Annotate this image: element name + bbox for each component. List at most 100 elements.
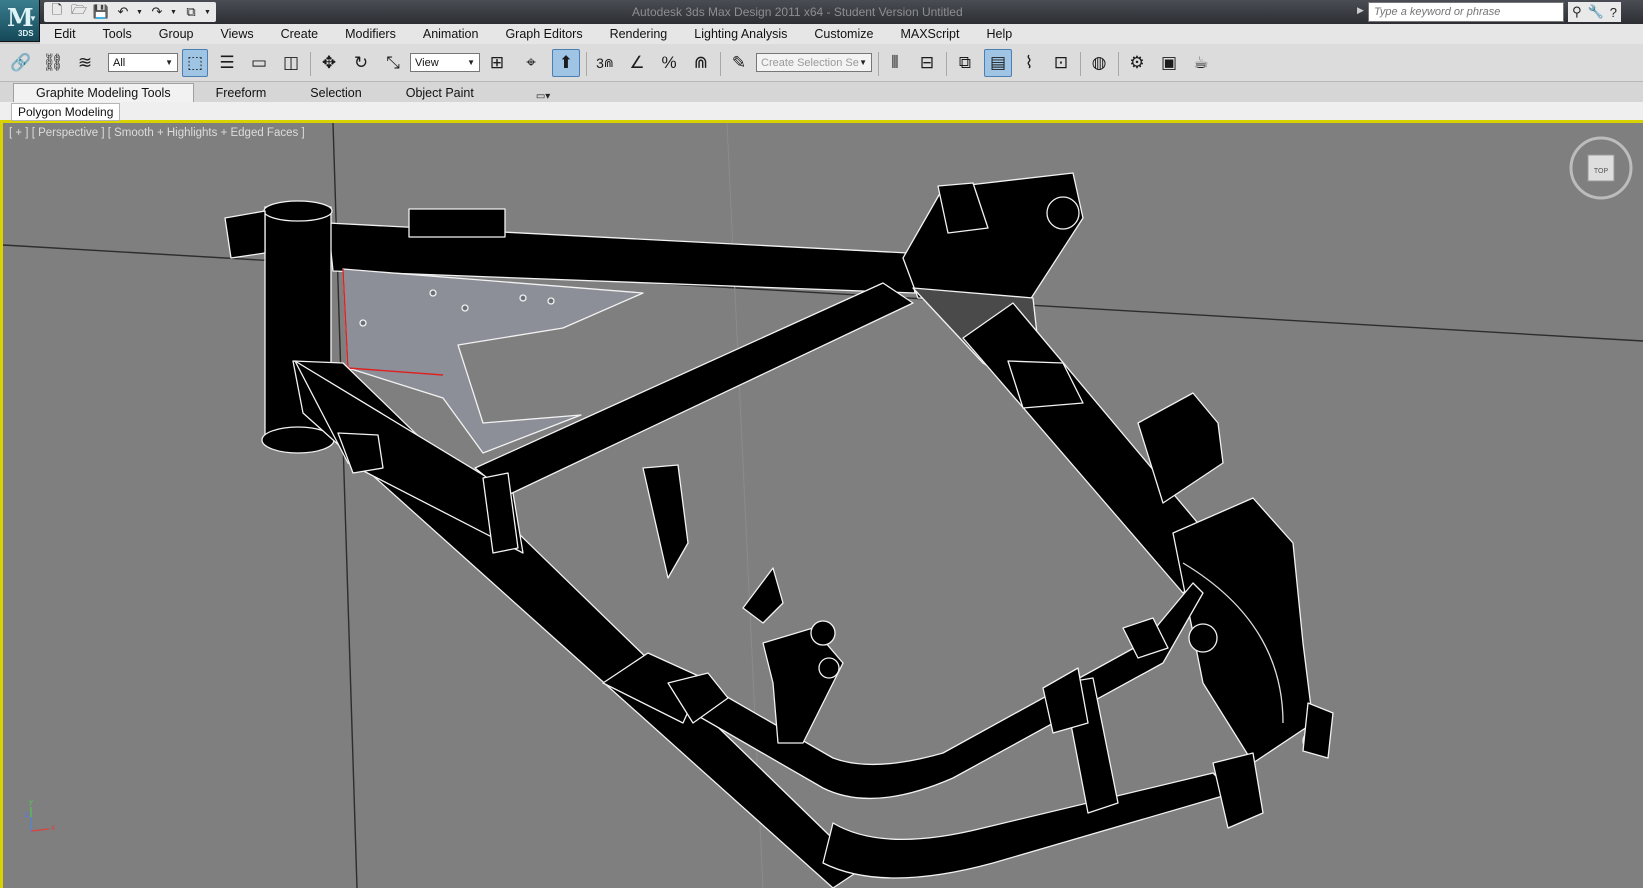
- selection-filter-value: All: [113, 56, 126, 69]
- redo-icon[interactable]: ↷: [148, 4, 166, 20]
- render-setup-icon[interactable]: ⚙: [1124, 49, 1150, 77]
- menu-maxscript[interactable]: MAXScript: [886, 27, 972, 41]
- curve-editor-icon[interactable]: ⌇: [1016, 49, 1042, 77]
- perspective-viewport[interactable]: [ + ] [ Perspective ] [ Smooth + Highlig…: [0, 123, 1643, 888]
- app-logo-text: 3DS: [18, 29, 34, 38]
- undo-icon[interactable]: ↶: [114, 4, 132, 20]
- graphite-ribbon: Graphite Modeling Tools Freeform Selecti…: [0, 82, 1643, 102]
- menu-views[interactable]: Views: [206, 27, 266, 41]
- toolbar-separator: [310, 52, 311, 76]
- menu-help[interactable]: Help: [972, 27, 1025, 41]
- viewcube-face-label: TOP: [1594, 168, 1609, 175]
- percent-snap-icon[interactable]: %: [656, 49, 682, 77]
- reference-coordinate-value: View: [415, 56, 439, 69]
- menu-bar: Edit Tools Group Views Create Modifiers …: [40, 24, 1643, 44]
- motorcycle-frame-model[interactable]: [224, 172, 1334, 888]
- redo-dropdown-icon[interactable]: ▼: [170, 9, 178, 16]
- select-object-icon[interactable]: ⬚: [182, 49, 208, 77]
- menu-group[interactable]: Group: [145, 27, 207, 41]
- search-expand-icon[interactable]: ▶: [1357, 5, 1364, 16]
- align-icon[interactable]: ⊟: [914, 49, 940, 77]
- angle-snap-icon[interactable]: ∠: [624, 49, 650, 77]
- search-input[interactable]: [1369, 3, 1563, 21]
- undo-dropdown-icon[interactable]: ▼: [136, 9, 144, 16]
- select-and-link-icon[interactable]: 🔗: [8, 49, 34, 77]
- panel-polygon-modeling[interactable]: Polygon Modeling: [11, 103, 121, 121]
- tab-selection[interactable]: Selection: [288, 83, 383, 102]
- x-axis-label: x: [51, 823, 55, 832]
- help-icon[interactable]: ?: [1610, 5, 1617, 20]
- select-and-manipulate-icon[interactable]: ⌖: [518, 49, 544, 77]
- viewport-label[interactable]: [ + ] [ Perspective ] [ Smooth + Highlig…: [9, 127, 305, 139]
- application-button[interactable]: M ▼ 3DS: [0, 0, 40, 42]
- toolbar-separator: [1080, 52, 1081, 76]
- title-bar: 🗋 🗁 💾 ↶ ▼ ↷ ▼ ⧉ ▼ Autodesk 3ds Max Desig…: [0, 0, 1643, 24]
- ribbon-options-icon[interactable]: ▭▾: [536, 91, 550, 102]
- menu-create[interactable]: Create: [267, 27, 332, 41]
- render-production-icon[interactable]: ☕: [1188, 49, 1214, 77]
- mirror-icon[interactable]: ⫴: [882, 49, 908, 77]
- reference-coordinate-dropdown[interactable]: View ▼: [410, 53, 480, 72]
- toolbar-separator: [878, 52, 879, 76]
- menu-modifiers[interactable]: Modifiers: [331, 27, 409, 41]
- x-axis-line: [30, 828, 50, 832]
- toolbar-separator: [720, 52, 721, 76]
- menu-edit[interactable]: Edit: [40, 27, 89, 41]
- unlink-selection-icon[interactable]: ⛓: [40, 49, 66, 77]
- z-axis-label: z: [25, 810, 29, 819]
- quick-access-toolbar: 🗋 🗁 💾 ↶ ▼ ↷ ▼ ⧉ ▼: [44, 2, 216, 22]
- selection-filter-dropdown[interactable]: All ▼: [108, 53, 178, 72]
- graphite-ribbon-toggle-icon[interactable]: ▤: [984, 49, 1012, 77]
- window-title: Autodesk 3ds Max Design 2011 x64 - Stude…: [632, 5, 963, 19]
- tab-freeform[interactable]: Freeform: [194, 83, 289, 102]
- chevron-down-icon: ▼: [165, 58, 173, 67]
- select-by-name-icon[interactable]: ☰: [214, 49, 240, 77]
- named-selection-placeholder: Create Selection Se: [761, 56, 859, 69]
- menu-animation[interactable]: Animation: [409, 27, 492, 41]
- project-folder-icon[interactable]: ⧉: [182, 4, 200, 20]
- schematic-view-icon[interactable]: ⊡: [1048, 49, 1074, 77]
- app-menu-arrow-icon: ▼: [29, 14, 37, 23]
- snaps-toggle-icon[interactable]: 3 ⋒: [592, 49, 618, 77]
- toolbar-separator: [946, 52, 947, 76]
- save-icon[interactable]: 💾: [92, 4, 110, 20]
- material-editor-icon[interactable]: ◍: [1086, 49, 1112, 77]
- open-file-icon[interactable]: 🗁: [70, 2, 88, 20]
- spinner-snap-icon[interactable]: ⋒: [688, 49, 714, 77]
- tab-graphite-modeling-tools[interactable]: Graphite Modeling Tools: [13, 83, 194, 102]
- infocenter-buttons: ⚲ 🔧 ?: [1568, 2, 1621, 22]
- select-and-rotate-icon[interactable]: ↻: [348, 49, 374, 77]
- y-axis-label: y: [29, 797, 33, 806]
- qat-dropdown-icon[interactable]: ▼: [204, 9, 212, 16]
- wrench-icon[interactable]: 🔧: [1588, 4, 1604, 20]
- menu-graph-editors[interactable]: Graph Editors: [491, 27, 595, 41]
- select-and-move-icon[interactable]: ✥: [316, 49, 342, 77]
- main-toolbar: 🔗 ⛓ ≋ All ▼ ⬚ ☰ ▭ ◫ ✥ ↻ ⤡ View ▼ ⊞ ⌖ ⬆ 3…: [0, 44, 1643, 82]
- toolbar-separator: [586, 52, 587, 76]
- layer-manager-icon[interactable]: ⧉: [952, 49, 978, 77]
- viewcube[interactable]: TOP: [1568, 135, 1634, 201]
- chevron-down-icon: ▼: [859, 58, 867, 67]
- menu-rendering[interactable]: Rendering: [596, 27, 681, 41]
- toolbar-separator: [1118, 52, 1119, 76]
- tab-object-paint[interactable]: Object Paint: [384, 83, 496, 102]
- bind-to-space-warp-icon[interactable]: ≋: [72, 49, 98, 77]
- rendered-frame-window-icon[interactable]: ▣: [1156, 49, 1182, 77]
- chevron-down-icon: ▼: [467, 58, 475, 67]
- edit-named-selection-icon[interactable]: ✎: [726, 49, 752, 77]
- keyboard-shortcut-override-icon[interactable]: ⬆: [552, 49, 580, 77]
- infocenter-search: [1368, 2, 1564, 22]
- menu-customize[interactable]: Customize: [800, 27, 886, 41]
- snap-label: 3: [596, 55, 604, 71]
- menu-lighting-analysis[interactable]: Lighting Analysis: [680, 27, 800, 41]
- window-crossing-icon[interactable]: ◫: [278, 49, 304, 77]
- axis-tripod: y x z: [25, 797, 55, 832]
- ribbon-panel-bar: Polygon Modeling: [0, 102, 1643, 123]
- select-and-scale-icon[interactable]: ⤡: [380, 49, 406, 77]
- new-file-icon[interactable]: 🗋: [48, 2, 66, 20]
- binoculars-icon[interactable]: ⚲: [1572, 4, 1582, 20]
- menu-tools[interactable]: Tools: [89, 27, 145, 41]
- rectangular-selection-icon[interactable]: ▭: [246, 49, 272, 77]
- named-selection-dropdown[interactable]: Create Selection Se ▼: [756, 53, 872, 72]
- pivot-center-icon[interactable]: ⊞: [484, 49, 510, 77]
